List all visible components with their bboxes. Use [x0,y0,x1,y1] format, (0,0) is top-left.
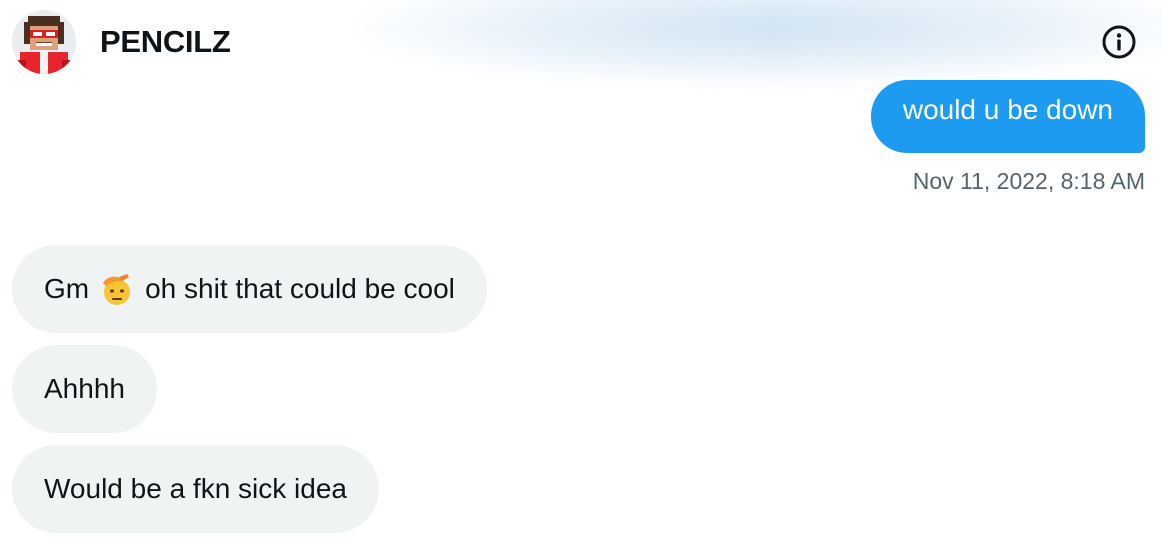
received-message-bubble[interactable]: Would be a fkn sick idea [12,445,379,533]
pixel-art-avatar-icon [12,10,76,74]
conversation-header: PENCILZ [0,0,1162,84]
message-text: Ahhhh [44,373,125,404]
message-text: Gm [44,273,90,304]
avatar[interactable] [12,10,76,74]
received-message-bubble[interactable]: Ahhhh [12,345,157,433]
message-text: Would be a fkn sick idea [44,473,347,504]
conversation-info-button[interactable] [1100,23,1138,61]
received-message-bubble[interactable]: Gm oh shit that could be cool [12,245,487,333]
saluting-face-emoji-icon [103,274,131,305]
sent-message-bubble[interactable]: would u be down [870,80,1145,153]
info-circle-icon [1102,25,1136,59]
message-text: would u be down [902,94,1113,125]
message-timestamp: Nov 11, 2022, 8:18 AM [912,168,1145,194]
message-text: oh shit that could be cool [145,273,455,304]
dm-conversation-view: PENCILZ would u be down Nov 11, 2022, 8:… [0,0,1162,544]
contact-name[interactable]: PENCILZ [100,24,231,60]
